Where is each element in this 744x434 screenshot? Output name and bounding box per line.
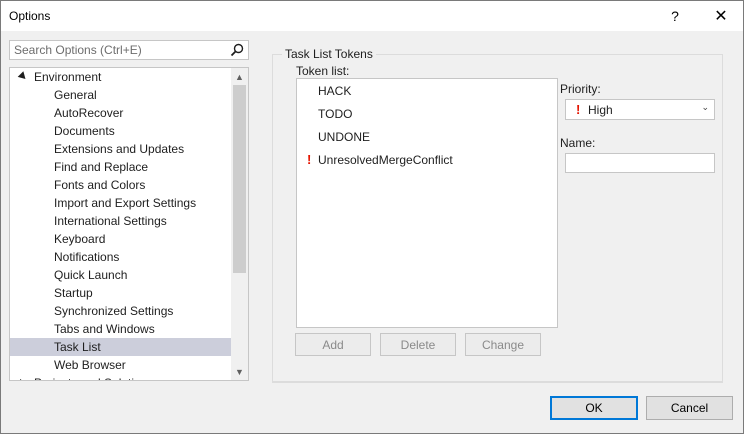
tree-item-label: Documents	[54, 124, 115, 138]
tree-item[interactable]: Synchronized Settings	[10, 302, 232, 320]
tree-node-projects-and-solutions[interactable]: Projects and Solutions	[10, 374, 232, 380]
tree-item[interactable]: Fonts and Colors	[10, 176, 232, 194]
tree-items: Environment General AutoRecover Documents E…	[10, 68, 232, 380]
tree-item-label: Find and Replace	[54, 160, 149, 174]
tree-item[interactable]: Quick Launch	[10, 266, 232, 284]
tree-item-label: Task List	[54, 340, 101, 354]
token-name: UNDONE	[318, 130, 371, 144]
tree-item[interactable]: Notifications	[10, 248, 232, 266]
tree-item-label: International Settings	[54, 214, 167, 228]
token-item[interactable]: UNDONE	[297, 127, 555, 147]
search-box	[9, 40, 249, 60]
tree-item[interactable]: Extensions and Updates	[10, 140, 232, 158]
search-input[interactable]	[10, 41, 232, 59]
tree-item[interactable]: International Settings	[10, 212, 232, 230]
tree-item-label: Web Browser	[54, 358, 126, 372]
tree-item-label: Extensions and Updates	[54, 142, 185, 156]
tree-item-label: AutoRecover	[54, 106, 124, 120]
group-title: Task List Tokens	[282, 47, 376, 61]
priority-dropdown[interactable]: ! High ⌄	[565, 99, 715, 120]
cancel-button[interactable]: Cancel	[646, 396, 733, 420]
exclamation-icon: !	[307, 152, 312, 167]
ok-button[interactable]: OK	[550, 396, 638, 420]
tree-item[interactable]: Find and Replace	[10, 158, 232, 176]
tree-item-label: Fonts and Colors	[54, 178, 146, 192]
tree-item-label: Quick Launch	[54, 268, 128, 282]
tree-item-label: General	[54, 88, 97, 102]
tree-item[interactable]: Startup	[10, 284, 232, 302]
options-dialog: Options ? ✕ Environment General AutoRecov…	[0, 0, 744, 434]
delete-button[interactable]: Delete	[380, 333, 456, 356]
tree-item[interactable]: Documents	[10, 122, 232, 140]
tree-item[interactable]: AutoRecover	[10, 104, 232, 122]
expanded-arrow-icon[interactable]	[17, 71, 29, 82]
tree-item-label: Keyboard	[54, 232, 106, 246]
token-name: HACK	[318, 84, 352, 98]
token-list[interactable]: HACK TODO UNDONE! UnresolvedMergeConflict	[296, 78, 558, 328]
tree-item-label: Tabs and Windows	[54, 322, 155, 336]
name-label: Name:	[560, 136, 596, 150]
tree-item-label: Import and Export Settings	[54, 196, 197, 210]
tree-item[interactable]: Task List	[10, 338, 232, 356]
priority-label: Priority:	[560, 82, 601, 96]
scroll-thumb[interactable]	[233, 85, 246, 273]
tree-scrollbar[interactable]: ▲ ▼	[231, 68, 248, 380]
options-tree[interactable]: Environment General AutoRecover Documents E…	[9, 67, 249, 381]
help-button[interactable]: ?	[653, 1, 697, 31]
chevron-down-icon[interactable]: ⌄	[701, 102, 709, 113]
token-item[interactable]: HACK	[297, 81, 555, 101]
tree-item[interactable]: Keyboard	[10, 230, 232, 248]
name-field[interactable]	[565, 153, 715, 173]
close-button[interactable]: ✕	[699, 1, 743, 31]
priority-value: High	[588, 103, 613, 117]
tree-node-label: Environment	[34, 70, 102, 84]
scroll-up-icon[interactable]: ▲	[231, 68, 248, 85]
tree-node-label: Projects and Solutions	[34, 376, 153, 380]
window-title: Options	[9, 9, 51, 23]
tree-item[interactable]: Import and Export Settings	[10, 194, 232, 212]
tree-item[interactable]: General	[10, 86, 232, 104]
tree-item-label: Notifications	[54, 250, 120, 264]
token-name: TODO	[318, 107, 353, 121]
token-item[interactable]: TODO	[297, 104, 555, 124]
divider	[272, 382, 723, 383]
scroll-down-icon[interactable]: ▼	[231, 363, 248, 380]
tree-item[interactable]: Web Browser	[10, 356, 232, 374]
title-bar: Options ? ✕	[1, 1, 743, 31]
search-icon[interactable]	[230, 43, 244, 57]
tree-item-label: Startup	[54, 286, 93, 300]
token-item[interactable]: ! UnresolvedMergeConflict	[297, 150, 555, 170]
collapsed-arrow-icon[interactable]	[20, 379, 26, 380]
tree-item[interactable]: Tabs and Windows	[10, 320, 232, 338]
exclamation-icon: !	[576, 102, 581, 117]
tree-node-environment[interactable]: Environment	[10, 68, 232, 86]
add-button[interactable]: Add	[295, 333, 371, 356]
change-button[interactable]: Change	[465, 333, 541, 356]
tree-item-label: Synchronized Settings	[54, 304, 174, 318]
token-name: UnresolvedMergeConflict	[318, 153, 453, 167]
token-list-label: Token list:	[296, 64, 350, 78]
